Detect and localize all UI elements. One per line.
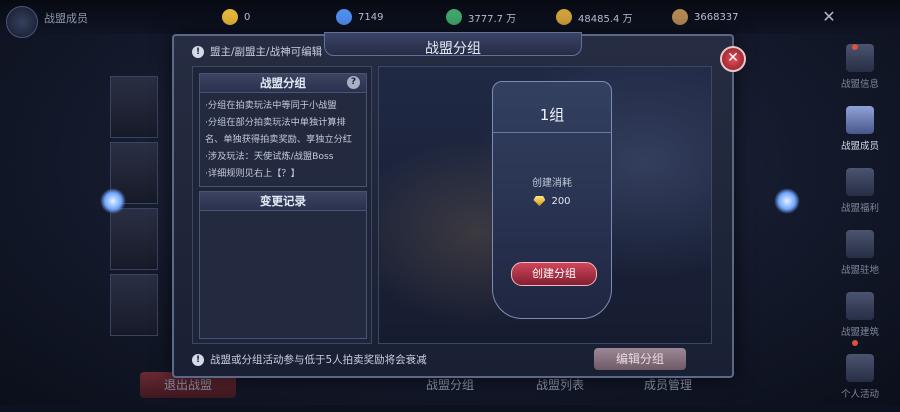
gold-gem-icon <box>222 9 238 25</box>
glow-orb-icon <box>774 188 800 214</box>
rule-line: ·分组在部分拍卖玩法中单独计算排 <box>205 117 346 128</box>
info-panel: 战盟分组 ? ·分组在拍卖玩法中等同于小战盟 ·分组在部分拍卖玩法中单独计算排 … <box>192 66 372 344</box>
top-bar: 战盟成员 0 7149 3777.7 万 48485.4 万 3668337 ✕ <box>0 0 900 38</box>
sidebar-item-welfare[interactable]: 战盟福利 <box>830 168 890 226</box>
member-card <box>110 208 158 270</box>
member-card <box>110 76 158 138</box>
rule-line: ·详细规则见右上【？】 <box>205 168 300 179</box>
sidebar-item-label: 个人活动 <box>840 389 879 400</box>
sidebar-item-building[interactable]: 战盟建筑 <box>830 292 890 350</box>
rules-title: 战盟分组 <box>200 74 366 93</box>
sidebar: 战盟信息 战盟成员 战盟福利 战盟驻地 战盟建筑 个人活动 <box>830 40 890 412</box>
resource-gold-gem[interactable]: 0 <box>222 9 250 25</box>
group-name: 1组 <box>493 98 611 133</box>
help-icon[interactable]: ? <box>347 76 360 89</box>
rule-line: ·分组在拍卖玩法中等同于小战盟 <box>205 100 337 111</box>
group-card: 1组 创建消耗 200 创建分组 <box>492 81 612 319</box>
sidebar-item-info[interactable]: 战盟信息 <box>830 44 890 102</box>
sidebar-item-label: 战盟驻地 <box>840 265 879 276</box>
green-crystal-icon <box>446 9 462 25</box>
change-log-box: 变更记录 <box>199 191 367 339</box>
resource-gold-coin[interactable]: 48485.4 万 <box>556 9 633 25</box>
page-title: 战盟成员 <box>44 12 88 25</box>
bag-icon <box>672 9 688 25</box>
sidebar-item-station[interactable]: 战盟驻地 <box>830 230 890 288</box>
sidebar-item-label: 战盟成员 <box>840 141 879 152</box>
sidebar-item-activity[interactable]: 个人活动 <box>830 354 890 412</box>
blue-diamond-icon <box>336 9 352 25</box>
sidebar-item-label: 战盟建筑 <box>840 327 879 338</box>
change-log-title: 变更记录 <box>200 192 366 211</box>
sidebar-item-label: 战盟信息 <box>840 79 879 90</box>
shield-icon <box>846 230 874 258</box>
resource-value: 3777.7 万 <box>468 13 517 25</box>
gold-coin-icon <box>556 9 572 25</box>
header-note: ! 盟主/副盟主/战神可编辑 <box>192 44 322 59</box>
flag-icon <box>846 44 874 72</box>
resource-value: 7149 <box>358 11 384 23</box>
rule-line: 名、单独获得拍卖奖励、享独立分红 <box>205 134 352 145</box>
resource-green-crystal[interactable]: 3777.7 万 <box>446 9 516 25</box>
member-card <box>110 274 158 336</box>
gift-icon <box>846 168 874 196</box>
group-dialog: 战盟分组 ! 盟主/副盟主/战神可编辑 ✕ 战盟分组 ? ·分组在拍卖玩法中等同… <box>172 32 746 378</box>
edit-group-button[interactable]: 编辑分组 <box>594 348 686 370</box>
members-icon <box>846 106 874 134</box>
group-panel: 1组 创建消耗 200 创建分组 <box>378 66 712 344</box>
activity-icon <box>846 354 874 382</box>
rules-list: ·分组在拍卖玩法中等同于小战盟 ·分组在部分拍卖玩法中单独计算排 名、单独获得拍… <box>200 93 366 182</box>
resource-value: 48485.4 万 <box>578 13 633 25</box>
gold-gem-icon <box>533 196 546 206</box>
crossed-swords-icon <box>846 292 874 320</box>
resource-value: 3668337 <box>694 11 739 23</box>
cost-label: 创建消耗 <box>532 178 572 189</box>
resource-bag[interactable]: 3668337 <box>672 9 739 25</box>
notification-dot <box>852 340 858 346</box>
create-group-button[interactable]: 创建分组 <box>511 262 597 286</box>
close-icon[interactable]: ✕ <box>820 8 838 26</box>
notification-dot <box>852 44 858 50</box>
cost-amount: 200 <box>493 196 611 207</box>
resource-blue-diamond[interactable]: 7149 <box>336 9 383 25</box>
cost-value: 200 <box>551 196 571 207</box>
rules-box: 战盟分组 ? ·分组在拍卖玩法中等同于小战盟 ·分组在部分拍卖玩法中单独计算排 … <box>199 73 367 187</box>
glow-orb-icon <box>100 188 126 214</box>
sidebar-item-members[interactable]: 战盟成员 <box>830 106 890 164</box>
sidebar-item-label: 战盟福利 <box>840 203 879 214</box>
info-icon: ! <box>192 45 204 58</box>
close-button[interactable]: ✕ <box>720 46 746 72</box>
info-icon: ! <box>192 353 204 366</box>
header-note-text: 盟主/副盟主/战神可编辑 <box>210 46 323 58</box>
resource-value: 0 <box>244 11 251 23</box>
rule-line: ·涉及玩法：天使试炼/战盟Boss <box>205 151 334 162</box>
footer-note-text: 战盟或分组活动参与低于5人拍卖奖励将会衰减 <box>210 354 427 366</box>
footer-note: ! 战盟或分组活动参与低于5人拍卖奖励将会衰减 <box>192 352 427 367</box>
avatar[interactable] <box>6 6 38 38</box>
